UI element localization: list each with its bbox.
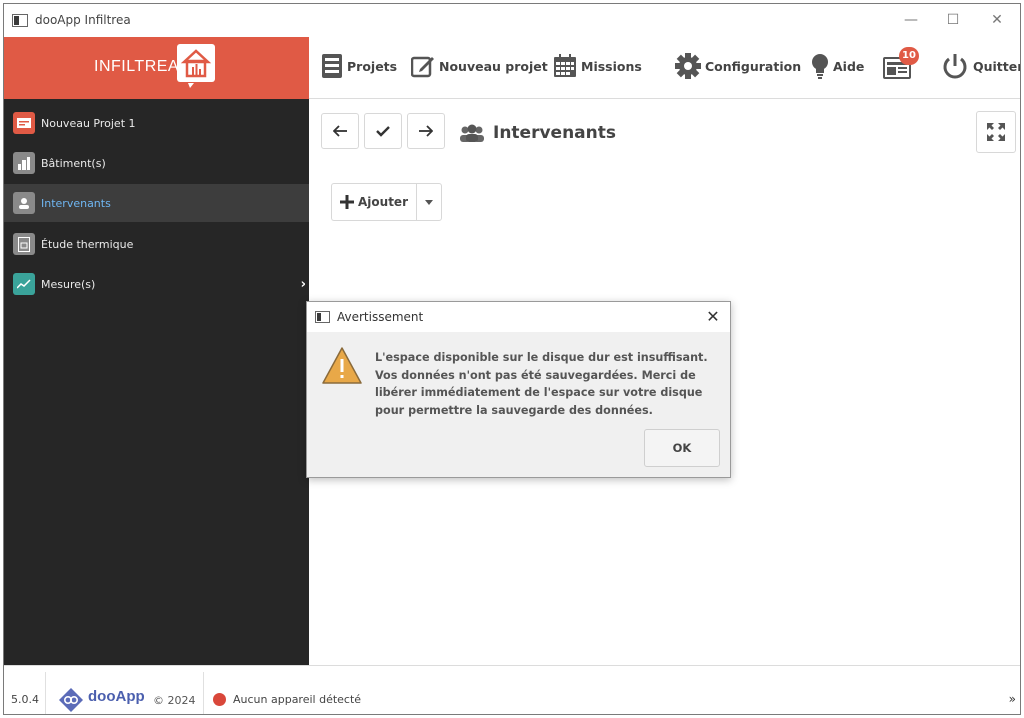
house-logo-icon [177, 44, 215, 88]
notification-badge: 10 [899, 47, 919, 65]
power-icon [943, 54, 967, 79]
dialog-title-bar: Avertissement ✕ [307, 302, 730, 332]
toolbar-quitter-button[interactable]: Quitter [941, 51, 1021, 81]
caret-down-icon [425, 199, 433, 205]
copyright-label: © 2024 [153, 694, 196, 707]
forward-button[interactable] [407, 113, 445, 149]
toolbar-missions-label: Missions [581, 58, 642, 74]
submenu-chevron-icon[interactable]: › [301, 277, 306, 292]
divider [45, 672, 46, 714]
status-bar: 5.0.4 dooApp © 2024 Aucun appareil détec… [4, 665, 1020, 714]
add-dropdown-button[interactable] [416, 183, 442, 221]
dooapp-logo-icon [59, 688, 83, 712]
building-icon [13, 152, 35, 174]
sidebar-item-batiments[interactable]: Bâtiment(s) [4, 144, 309, 182]
sidebar: Nouveau Projet 1 Bâtiment(s) Intervenant… [4, 99, 309, 665]
app-window: dooApp Infiltrea — ☐ ✕ INFILTREA Projets [3, 3, 1021, 715]
projects-icon [322, 54, 342, 78]
close-button[interactable]: ✕ [982, 8, 1012, 32]
title-bar: dooApp Infiltrea — ☐ ✕ [4, 4, 1020, 37]
plus-icon [340, 195, 354, 209]
calendar-icon [554, 54, 576, 77]
footer-brand: dooApp [88, 688, 145, 705]
toolbar-aide-button[interactable]: Aide [811, 51, 864, 81]
toolbar-nouveau-projet-label: Nouveau projet [439, 58, 548, 74]
sidebar-item-label: Étude thermique [41, 237, 134, 251]
ok-button[interactable]: OK [644, 429, 720, 467]
chart-icon [13, 273, 35, 295]
sidebar-item-intervenants[interactable]: Intervenants [4, 184, 309, 222]
dialog-window-icon [315, 311, 330, 323]
lightbulb-icon [812, 54, 828, 79]
people-icon [13, 192, 35, 214]
toolbar-aide-label: Aide [833, 58, 865, 74]
minimize-button[interactable]: — [896, 8, 926, 32]
add-split-button: Ajouter [331, 183, 442, 221]
dialog-message: L'espace disponible sur le disque dur es… [375, 351, 708, 417]
dialog-title: Avertissement [337, 310, 424, 324]
sidebar-item-nouveau-projet[interactable]: Nouveau Projet 1 [4, 104, 309, 142]
document-icon [13, 233, 35, 255]
sidebar-item-mesures[interactable]: Mesure(s) › [4, 265, 309, 303]
arrow-right-icon [419, 125, 433, 137]
toolbar-projets-label: Projets [347, 58, 398, 74]
toolbar-projets-button[interactable]: Projets [321, 51, 397, 81]
add-button-label: Ajouter [358, 195, 408, 209]
page-title: Intervenants [493, 123, 617, 143]
sidebar-item-etude-thermique[interactable]: Étude thermique [4, 225, 309, 263]
toolbar-nouveau-projet-button[interactable]: Nouveau projet [411, 51, 548, 81]
device-status-label: Aucun appareil détecté [233, 693, 362, 706]
toolbar-news-button[interactable]: 10 [883, 47, 919, 81]
sidebar-item-label: Bâtiment(s) [41, 156, 106, 170]
toolbar-quitter-label: Quitter [973, 58, 1021, 74]
app-window-icon [12, 14, 28, 27]
dialog-close-button[interactable]: ✕ [702, 306, 724, 328]
fullscreen-button[interactable] [976, 111, 1016, 153]
add-button[interactable]: Ajouter [331, 183, 416, 221]
toolbar-missions-button[interactable]: Missions [553, 51, 642, 81]
divider [203, 672, 204, 714]
sidebar-item-label: Intervenants [41, 196, 111, 210]
version-label: 5.0.4 [11, 693, 39, 706]
gear-icon [675, 53, 701, 79]
sidebar-item-label: Nouveau Projet 1 [41, 116, 136, 130]
maximize-button[interactable]: ☐ [938, 8, 968, 32]
expand-icon [987, 123, 1005, 141]
toolbar-configuration-button[interactable]: Configuration [675, 51, 801, 81]
toolbar-configuration-label: Configuration [705, 58, 802, 74]
warning-icon [322, 347, 362, 384]
people-icon [460, 124, 484, 142]
window-title: dooApp Infiltrea [35, 13, 131, 27]
warning-dialog: Avertissement ✕ L'espace disponible sur … [306, 301, 731, 478]
main-toolbar: Projets Nouveau projet Missions Configur… [309, 37, 1020, 99]
expand-footer-button[interactable]: » [1009, 692, 1016, 706]
edit-icon [411, 56, 434, 78]
project-icon [13, 112, 35, 134]
sidebar-item-label: Mesure(s) [41, 277, 96, 291]
validate-button[interactable] [364, 113, 402, 149]
brand-name: INFILTREA [94, 58, 180, 75]
status-indicator-icon [213, 693, 226, 706]
brand-header: INFILTREA [4, 37, 309, 99]
back-button[interactable] [321, 113, 359, 149]
check-icon [376, 126, 390, 137]
arrow-left-icon [333, 125, 347, 137]
